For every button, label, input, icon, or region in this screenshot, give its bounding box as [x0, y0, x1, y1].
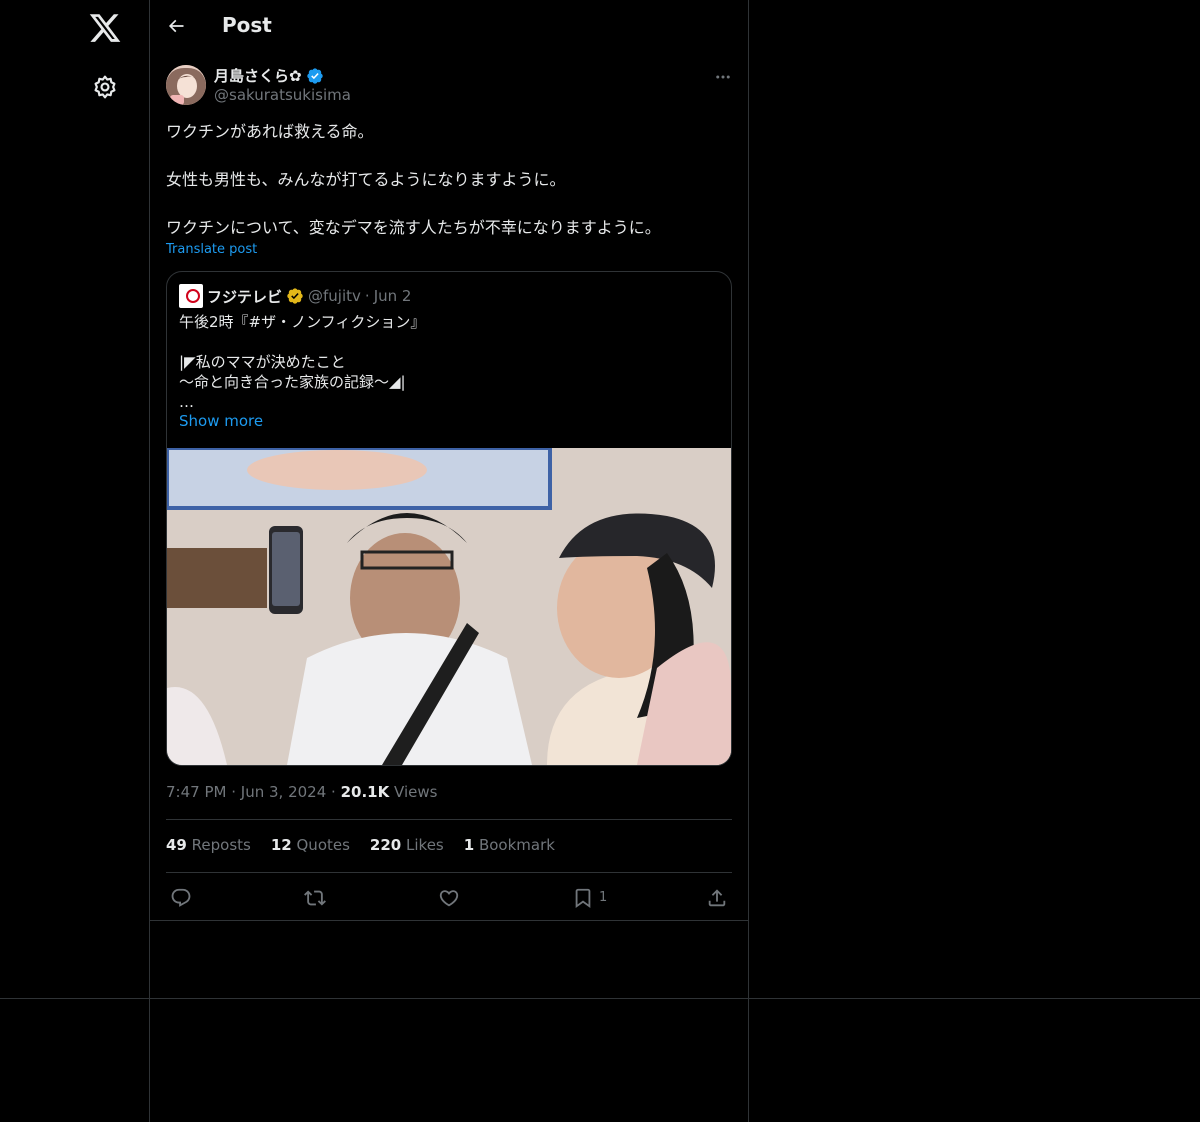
engagement-stats: 49 Reposts 12 Quotes 220 Likes 1 Bookmar…: [166, 836, 555, 854]
verified-badge-icon: [306, 67, 323, 84]
likes-label: Likes: [406, 836, 444, 854]
post-text-line: ワクチンについて、変なデマを流す人たちが不幸になりますように。: [166, 218, 661, 237]
separator-dot: ·: [364, 287, 370, 305]
reposts-stat[interactable]: 49 Reposts: [166, 836, 251, 854]
quoted-text: 午後2時『#ザ・ノンフィクション』 |◤私のママが決めたこと 〜命と向き合った家…: [179, 312, 719, 412]
quoted-text-line: 〜命と向き合った家族の記録〜◢|: [179, 373, 406, 391]
likes-stat[interactable]: 220 Likes: [370, 836, 444, 854]
avatar[interactable]: [166, 65, 206, 105]
divider: [166, 819, 732, 820]
quoted-media-image[interactable]: [167, 448, 731, 765]
quotes-count: 12: [270, 836, 292, 854]
post-text-line: [166, 192, 732, 216]
reply-icon[interactable]: [170, 887, 192, 909]
repost-icon[interactable]: [304, 887, 326, 909]
quoted-text-line: |◤私のママが決めたこと: [179, 353, 346, 371]
post-author: 月島さくら✿ @sakuratsukisima: [166, 64, 732, 108]
divider: [166, 872, 732, 873]
post-date[interactable]: Jun 3, 2024: [241, 783, 326, 801]
quoted-post[interactable]: フジテレビ @fujitv · Jun 2 午後2時『#ザ・ノンフィクション』 …: [166, 271, 732, 766]
reposts-label: Reposts: [191, 836, 251, 854]
quoted-handle: @fujitv: [308, 287, 361, 305]
post-text-line: ワクチンがあれば救える命。: [166, 122, 374, 141]
post-metadata: 7:47 PM · Jun 3, 2024 · 20.1K Views: [166, 783, 437, 801]
bookmarks-stat[interactable]: 1 Bookmark: [464, 836, 555, 854]
bookmark-count: 1: [599, 890, 608, 905]
views-count: 20.1K: [340, 783, 390, 801]
x-logo-icon[interactable]: [88, 11, 122, 45]
post-text-line: 女性も男性も、みんなが打てるようになりますように。: [166, 170, 566, 189]
verified-badge-icon: [287, 288, 303, 304]
bookmarks-label: Bookmark: [478, 836, 555, 854]
action-bar: 1: [166, 884, 732, 912]
quotes-label: Quotes: [296, 836, 350, 854]
post-text-line: [166, 144, 732, 168]
quotes-stat[interactable]: 12 Quotes: [271, 836, 350, 854]
post-time[interactable]: 7:47 PM: [166, 783, 226, 801]
like-icon[interactable]: [438, 887, 460, 909]
post-detail-column: Post 月島さくら✿ @sakuratsukisima ワクチンがあれば救える…: [150, 0, 749, 1122]
post-text: ワクチンがあれば救える命。 女性も男性も、みんなが打てるようになりますように。 …: [166, 120, 732, 240]
bookmarks-count: 1: [463, 836, 475, 854]
quoted-display-name: フジテレビ: [207, 287, 283, 306]
separator-dot: ·: [231, 783, 237, 801]
likes-count: 220: [369, 836, 402, 854]
show-more-link[interactable]: Show more: [179, 412, 263, 430]
divider: [150, 920, 748, 921]
bookmark-icon[interactable]: [572, 887, 594, 909]
reposts-count: 49: [166, 836, 187, 854]
quoted-date: Jun 2: [373, 287, 412, 305]
translate-post-link[interactable]: Translate post: [166, 242, 257, 257]
left-sidebar: [0, 0, 150, 1122]
quoted-text-line: [179, 332, 719, 352]
quoted-text-line: 午後2時『#ザ・ノンフィクション』: [179, 313, 426, 331]
post-header: Post: [150, 0, 748, 54]
views-label: Views: [394, 783, 438, 801]
quoted-avatar[interactable]: [179, 284, 203, 308]
quoted-text-line: …: [179, 393, 194, 411]
page-title: Post: [222, 13, 272, 37]
settings-gear-icon[interactable]: [92, 74, 118, 100]
more-icon[interactable]: [714, 68, 732, 86]
user-handle[interactable]: @sakuratsukisima: [214, 86, 351, 104]
display-name[interactable]: 月島さくら✿: [214, 65, 302, 86]
share-icon[interactable]: [706, 887, 728, 909]
back-arrow-icon[interactable]: [166, 16, 186, 36]
divider: [0, 998, 1200, 999]
separator-dot: ·: [331, 783, 336, 801]
